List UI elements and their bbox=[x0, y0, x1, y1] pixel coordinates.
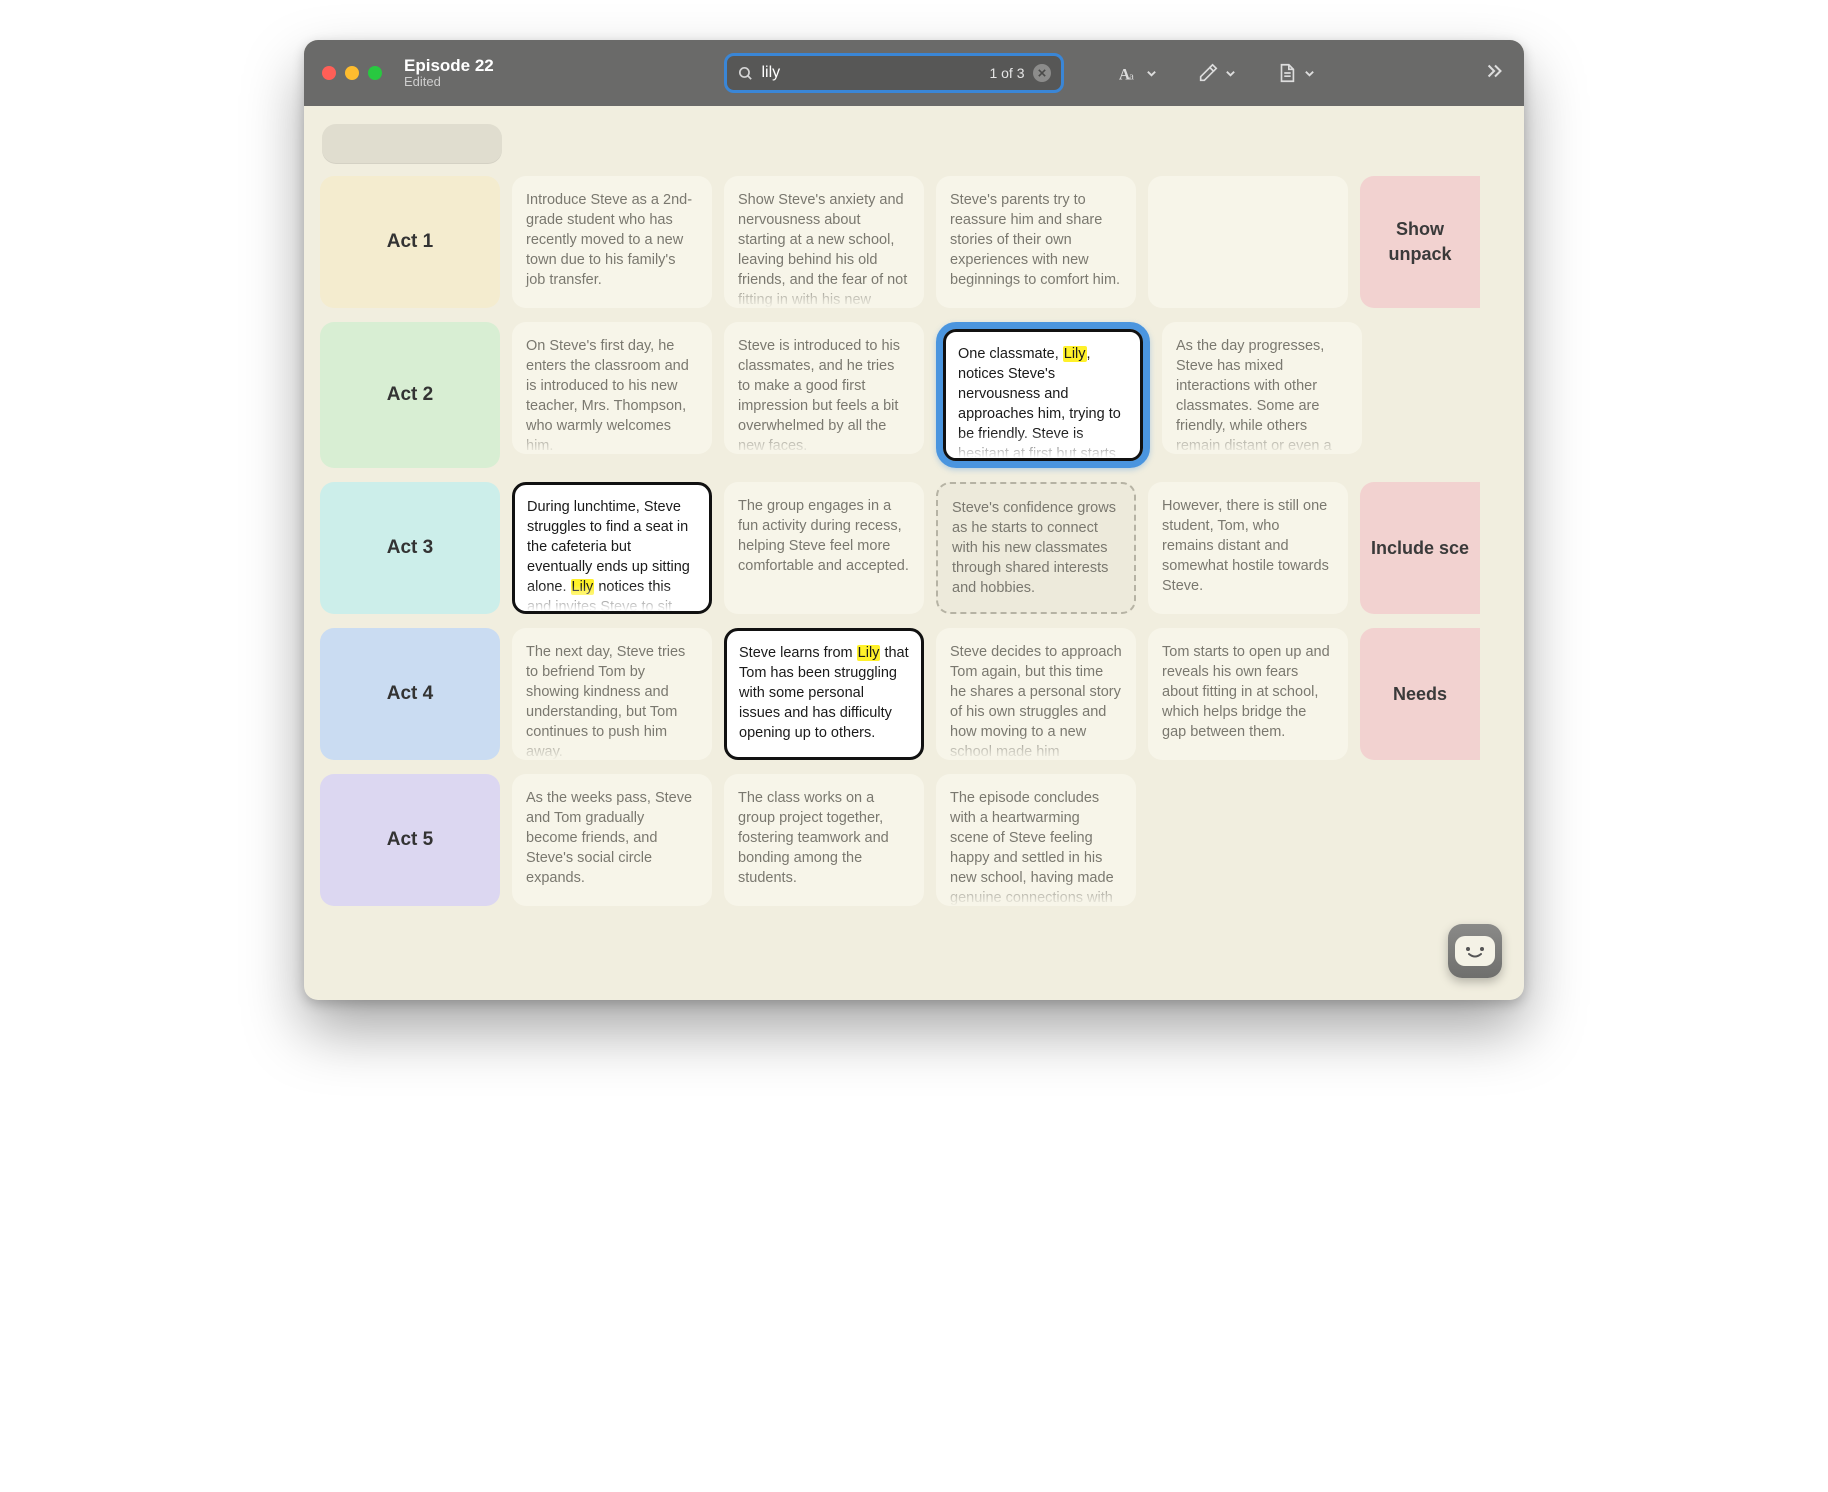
act-label: Act 3 bbox=[387, 537, 433, 559]
document-subtitle: Edited bbox=[404, 75, 554, 89]
selected-story-card[interactable]: One classmate, Lily, notices Steve's ner… bbox=[936, 322, 1150, 468]
story-card-text: During lunchtime, Steve struggles to fin… bbox=[527, 499, 690, 614]
act-row: Act 2 On Steve's first day, he enters th… bbox=[320, 322, 1524, 468]
act-header-card[interactable]: Act 4 bbox=[320, 628, 500, 760]
story-card-search-match[interactable]: Steve learns from Lily that Tom has been… bbox=[724, 628, 924, 760]
story-card[interactable]: The episode concludes with a heartwarmin… bbox=[936, 774, 1136, 906]
titlebar: Episode 22 Edited 1 of 3 Aa bbox=[304, 40, 1524, 106]
act-row: Act 3 During lunchtime, Steve struggles … bbox=[320, 482, 1524, 614]
window-controls bbox=[322, 66, 382, 80]
story-card-text: As the weeks pass, Steve and Tom gradual… bbox=[526, 790, 692, 886]
act-label: Act 1 bbox=[387, 231, 433, 253]
story-card-text: Show Steve's anxiety and nervousness abo… bbox=[738, 192, 907, 308]
act-row: Act 5 As the weeks pass, Steve and Tom g… bbox=[320, 774, 1524, 906]
act-label: Act 5 bbox=[387, 829, 433, 851]
note-card-text: Include sce bbox=[1371, 536, 1469, 561]
story-card-text: The class works on a group project toget… bbox=[738, 790, 889, 886]
story-card-text: Introduce Steve as a 2nd-grade student w… bbox=[526, 192, 692, 288]
highlighter-button[interactable] bbox=[1197, 62, 1236, 84]
toolbar-group: Aa bbox=[1118, 62, 1315, 84]
chevron-down-icon bbox=[1146, 68, 1157, 79]
svg-text:a: a bbox=[1129, 70, 1134, 82]
assistant-face-icon bbox=[1455, 936, 1495, 966]
text-style-icon: Aa bbox=[1118, 62, 1140, 84]
chevron-down-icon bbox=[1304, 68, 1315, 79]
story-card-text: Steve's parents try to reassure him and … bbox=[950, 192, 1120, 288]
close-window-button[interactable] bbox=[322, 66, 336, 80]
document-title-block: Episode 22 Edited bbox=[404, 57, 554, 90]
story-card[interactable]: However, there is still one student, Tom… bbox=[1148, 482, 1348, 614]
story-card[interactable]: Steve's parents try to reassure him and … bbox=[936, 176, 1136, 308]
note-card[interactable]: Show unpack bbox=[1360, 176, 1480, 308]
chevron-down-icon bbox=[1225, 68, 1236, 79]
story-card-text: The group engages in a fun activity duri… bbox=[738, 498, 909, 574]
story-card[interactable]: The next day, Steve tries to befriend To… bbox=[512, 628, 712, 760]
story-card-search-match[interactable]: During lunchtime, Steve struggles to fin… bbox=[512, 482, 712, 614]
story-card-text: On Steve's first day, he enters the clas… bbox=[526, 338, 689, 454]
close-icon bbox=[1038, 69, 1046, 77]
minimize-window-button[interactable] bbox=[345, 66, 359, 80]
document-icon bbox=[1276, 62, 1298, 84]
zoom-window-button[interactable] bbox=[368, 66, 382, 80]
act-label: Act 2 bbox=[387, 384, 433, 406]
story-card-text: Tom starts to open up and reveals his ow… bbox=[1162, 644, 1330, 740]
note-card-text: Show unpack bbox=[1366, 217, 1474, 267]
story-card[interactable]: As the day progresses, Steve has mixed i… bbox=[1162, 322, 1362, 454]
story-card[interactable]: The group engages in a fun activity duri… bbox=[724, 482, 924, 614]
document-title: Episode 22 bbox=[404, 57, 554, 76]
story-card[interactable]: Tom starts to open up and reveals his ow… bbox=[1148, 628, 1348, 760]
chevron-double-right-icon bbox=[1484, 60, 1506, 82]
highlighter-icon bbox=[1197, 62, 1219, 84]
story-board: Act 1 Introduce Steve as a 2nd-grade stu… bbox=[304, 106, 1524, 906]
act-header-card[interactable]: Act 2 bbox=[320, 322, 500, 468]
search-highlight: Lily bbox=[1063, 346, 1087, 362]
story-card-text: However, there is still one student, Tom… bbox=[1162, 498, 1329, 594]
story-card[interactable]: Steve is introduced to his classmates, a… bbox=[724, 322, 924, 454]
story-card-text: The episode concludes with a heartwarmin… bbox=[950, 790, 1114, 906]
story-card-text: Steve's confidence grows as he starts to… bbox=[952, 500, 1116, 596]
assistant-button[interactable] bbox=[1448, 924, 1502, 978]
act-header-card[interactable]: Act 3 bbox=[320, 482, 500, 614]
story-card-placeholder[interactable]: Steve's confidence grows as he starts to… bbox=[936, 482, 1136, 614]
story-card[interactable]: Steve decides to approach Tom again, but… bbox=[936, 628, 1136, 760]
search-field[interactable]: 1 of 3 bbox=[724, 53, 1064, 93]
note-card[interactable]: Needs bbox=[1360, 628, 1480, 760]
search-result-count: 1 of 3 bbox=[989, 65, 1024, 81]
act-row: Act 4 The next day, Steve tries to befri… bbox=[320, 628, 1524, 760]
note-card-text: Needs bbox=[1393, 682, 1447, 707]
story-card[interactable] bbox=[1148, 176, 1348, 308]
story-card-text: Steve decides to approach Tom again, but… bbox=[950, 644, 1122, 760]
story-card[interactable]: On Steve's first day, he enters the clas… bbox=[512, 322, 712, 454]
note-card[interactable]: Include sce bbox=[1360, 482, 1480, 614]
toolbar-overflow-button[interactable] bbox=[1484, 60, 1506, 87]
clear-search-button[interactable] bbox=[1033, 64, 1051, 82]
story-card[interactable]: As the weeks pass, Steve and Tom gradual… bbox=[512, 774, 712, 906]
story-card-text: As the day progresses, Steve has mixed i… bbox=[1176, 338, 1332, 454]
story-card-text: The next day, Steve tries to befriend To… bbox=[526, 644, 685, 760]
story-card[interactable]: Show Steve's anxiety and nervousness abo… bbox=[724, 176, 924, 308]
story-card-text: Steve is introduced to his classmates, a… bbox=[738, 338, 900, 454]
story-card[interactable]: The class works on a group project toget… bbox=[724, 774, 924, 906]
story-card-text: Steve learns from Lily that Tom has been… bbox=[739, 645, 909, 741]
collapsed-header-card[interactable] bbox=[322, 124, 502, 164]
document-menu-button[interactable] bbox=[1276, 62, 1315, 84]
app-window: Episode 22 Edited 1 of 3 Aa bbox=[304, 40, 1524, 1000]
text-style-button[interactable]: Aa bbox=[1118, 62, 1157, 84]
search-input[interactable] bbox=[762, 64, 982, 82]
act-header-card[interactable]: Act 1 bbox=[320, 176, 500, 308]
story-card[interactable]: Introduce Steve as a 2nd-grade student w… bbox=[512, 176, 712, 308]
act-row: Act 1 Introduce Steve as a 2nd-grade stu… bbox=[320, 176, 1524, 308]
search-highlight: Lily bbox=[571, 579, 595, 595]
story-card-text: One classmate, Lily, notices Steve's ner… bbox=[958, 346, 1121, 461]
act-label: Act 4 bbox=[387, 683, 433, 705]
act-header-card[interactable]: Act 5 bbox=[320, 774, 500, 906]
search-icon bbox=[737, 65, 754, 82]
search-highlight: Lily bbox=[857, 645, 881, 661]
board-scroll-area[interactable]: Act 1 Introduce Steve as a 2nd-grade stu… bbox=[304, 106, 1524, 1000]
